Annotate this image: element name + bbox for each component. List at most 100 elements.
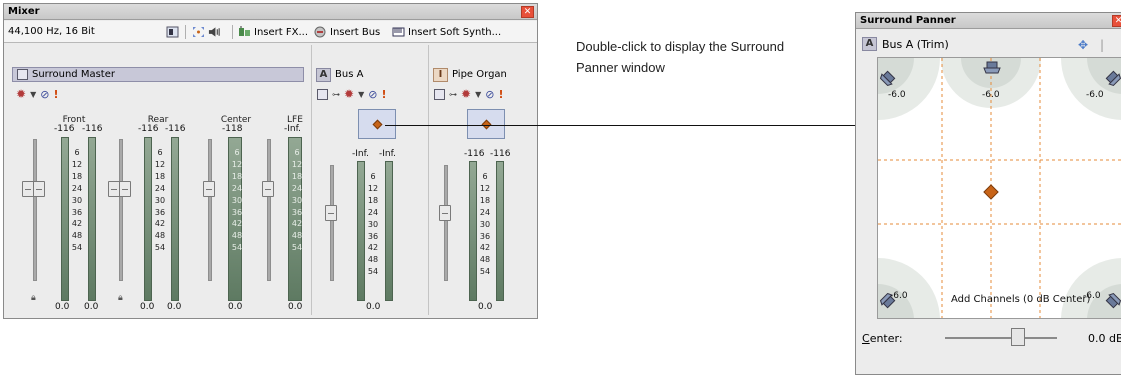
peak-lfe: -Inf. xyxy=(284,124,301,134)
warning-icon[interactable]: ! xyxy=(381,88,386,101)
channel-icon[interactable] xyxy=(434,88,445,100)
mixer-title-bar[interactable]: Mixer ✕ xyxy=(4,4,537,20)
speaker-rear-right-icon[interactable] xyxy=(1101,291,1121,313)
panner-title-bar[interactable]: Surround Panner ✕ xyxy=(856,13,1121,29)
fader-track-organ[interactable] xyxy=(444,165,448,281)
toolbar-separator xyxy=(232,25,233,39)
panner-title: Surround Panner xyxy=(860,15,956,26)
panner-bus-label: Bus A (Trim) xyxy=(882,37,949,51)
toolbar-separator xyxy=(185,25,186,39)
surround-pan-mini[interactable] xyxy=(467,109,505,139)
warning-icon[interactable]: ! xyxy=(498,88,503,101)
bus-icon: A xyxy=(862,37,877,51)
fader-track-front[interactable] xyxy=(33,139,37,281)
bus-a-channel: A Bus A ⊶ ✹ ▼ ⊘ ! -Inf. -Inf. 6 12 18 24 30 3… xyxy=(311,45,427,315)
insert-fx-button[interactable]: Insert FX... xyxy=(238,24,308,40)
move-icon[interactable]: ✥ xyxy=(1078,38,1088,52)
master-channel-name: Surround Master xyxy=(32,69,115,80)
fader-knob-organ[interactable] xyxy=(439,205,451,221)
fader-knob-center[interactable] xyxy=(203,181,215,197)
audio-format-label: 44,100 Hz, 16 Bit xyxy=(8,26,95,37)
bypass-icon[interactable]: ⊘ xyxy=(40,88,49,101)
properties-icon[interactable] xyxy=(166,24,179,40)
routing-icon[interactable]: ⊶ xyxy=(332,90,340,99)
speaker-front-center-icon[interactable] xyxy=(981,60,1003,78)
fader-knob-bus[interactable] xyxy=(325,205,337,221)
meter-organ-left xyxy=(469,161,477,301)
value-front-right: 0.0 xyxy=(84,302,99,312)
fader-knob-rear-right[interactable] xyxy=(119,181,131,197)
meter-scale: 6 12 18 24 30 36 42 48 54 xyxy=(71,148,83,253)
master-channel-header[interactable]: Surround Master xyxy=(12,67,304,82)
warning-icon[interactable]: ! xyxy=(53,88,58,101)
value-rear-left: 0.0 xyxy=(140,302,155,312)
mixer-title: Mixer xyxy=(8,6,40,17)
insert-fx-label: Insert FX... xyxy=(254,26,308,38)
peak-bus-right: -Inf. xyxy=(379,149,396,159)
close-icon[interactable]: ✕ xyxy=(1112,15,1121,27)
fader-track-lfe[interactable] xyxy=(267,139,271,281)
fader-knob-lfe[interactable] xyxy=(262,181,274,197)
value-rear-right: 0.0 xyxy=(167,302,182,312)
meter-bus-left xyxy=(357,161,365,301)
pan-position-icon xyxy=(372,119,383,130)
pipe-organ-header[interactable]: I Pipe Organ xyxy=(429,67,507,82)
value-bus: 0.0 xyxy=(366,302,381,312)
pipe-organ-name: Pipe Organ xyxy=(452,69,507,80)
bypass-icon[interactable]: ⊘ xyxy=(368,88,377,101)
meter-scale: 6 12 18 24 30 36 42 48 54 xyxy=(231,148,243,253)
value-lfe: 0.0 xyxy=(288,302,303,312)
meter-bus-right xyxy=(385,161,393,301)
routing-icon[interactable]: ⊶ xyxy=(449,90,457,99)
level-front-right: -6.0 xyxy=(1086,90,1104,100)
gear-icon[interactable]: ✹ xyxy=(461,87,471,101)
chevron-down-icon[interactable]: ▼ xyxy=(358,90,364,99)
peak-rear-left: -116 xyxy=(138,124,159,134)
speaker-front-right-icon[interactable] xyxy=(1101,66,1121,88)
lock-icon[interactable]: 🔒︎ xyxy=(118,293,123,303)
meter-scale: 6 12 18 24 30 36 42 48 54 xyxy=(367,172,379,277)
meter-rear-left xyxy=(144,137,152,301)
gear-icon[interactable]: ✹ xyxy=(344,87,354,101)
center-label: Center: xyxy=(862,332,903,345)
surround-pan-icon[interactable] xyxy=(192,24,205,40)
value-organ: 0.0 xyxy=(478,302,493,312)
bus-a-fx-row: ⊶ ✹ ▼ ⊘ ! xyxy=(317,87,386,101)
fader-track-bus[interactable] xyxy=(330,165,334,281)
chevron-down-icon[interactable]: ▼ xyxy=(475,90,481,99)
bypass-icon[interactable]: ⊘ xyxy=(485,88,494,101)
bus-a-name: Bus A xyxy=(335,69,364,80)
insert-bus-button[interactable]: Insert Bus xyxy=(314,24,380,40)
channel-icon[interactable] xyxy=(317,88,328,100)
insert-bus-label: Insert Bus xyxy=(330,26,381,38)
instrument-icon: I xyxy=(433,67,448,82)
close-icon[interactable]: ✕ xyxy=(521,6,534,18)
speaker-front-left-icon[interactable] xyxy=(878,66,900,88)
chevron-down-icon[interactable]: ▼ xyxy=(30,90,36,99)
fader-knob-front-right[interactable] xyxy=(33,181,45,197)
fader-track-center[interactable] xyxy=(208,139,212,281)
peak-bus-left: -Inf. xyxy=(352,149,369,159)
insert-soft-synth-label: Insert Soft Synth... xyxy=(408,26,502,38)
surround-pan-mini[interactable] xyxy=(358,109,396,139)
callout-arrow-line xyxy=(385,125,863,126)
meter-front-right xyxy=(88,137,96,301)
level-front-left: -6.0 xyxy=(888,90,906,100)
meter-scale: 6 12 18 24 30 36 42 48 54 xyxy=(479,172,491,277)
level-front-center: -6.0 xyxy=(982,90,1000,100)
meter-front-left xyxy=(61,137,69,301)
level-rear-left: -6.0 xyxy=(890,291,908,301)
lock-icon[interactable]: 🔒︎ xyxy=(31,293,36,303)
center-slider-track[interactable] xyxy=(945,337,1057,339)
pipe-organ-channel: I Pipe Organ ⊶ ✹ ▼ ⊘ ! -116 -116 6 12 18 24… xyxy=(428,45,537,315)
center-slider-thumb[interactable] xyxy=(1011,328,1025,346)
meter-scale: 6 12 18 24 30 36 42 48 54 xyxy=(154,148,166,253)
panner-bus-selector[interactable]: A Bus A (Trim) xyxy=(862,37,949,51)
bus-a-header[interactable]: A Bus A xyxy=(312,67,363,82)
gear-icon[interactable]: ✹ xyxy=(16,87,26,101)
speaker-icon[interactable] xyxy=(208,24,221,40)
fader-track-rear[interactable] xyxy=(119,139,123,281)
surround-pan-field[interactable]: -6.0 -6.0 -6.0 -6.0 -6.0 Add Channels (0… xyxy=(877,57,1121,319)
insert-soft-synth-button[interactable]: Insert Soft Synth... xyxy=(392,24,501,40)
pipe-organ-fx-row: ⊶ ✹ ▼ ⊘ ! xyxy=(434,87,503,101)
